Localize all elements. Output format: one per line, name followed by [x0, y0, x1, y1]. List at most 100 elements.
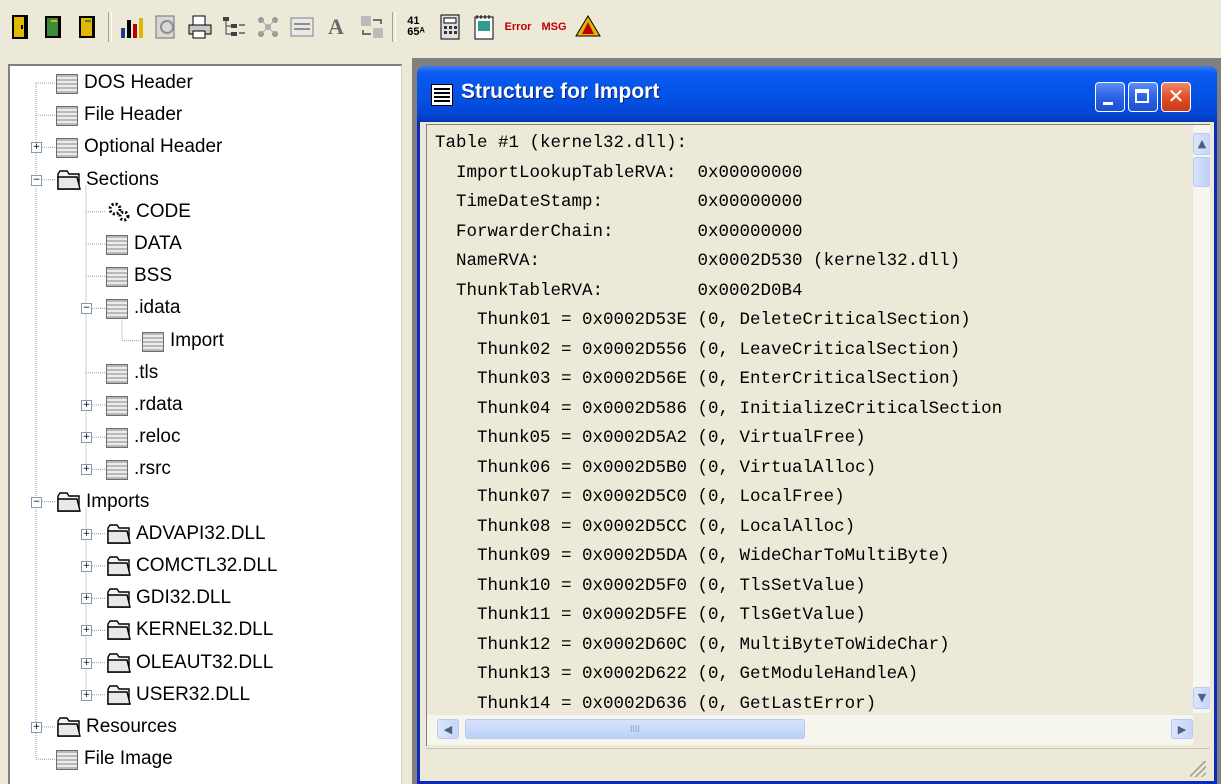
structure-text-line: Thunk06 = 0x0002D5B0 (0, VirtualAlloc) — [435, 457, 877, 478]
expand-icon[interactable]: + — [81, 561, 92, 572]
tree-item[interactable]: .rdata — [106, 389, 183, 421]
structure-text-line: Thunk01 = 0x0002D53E (0, DeleteCriticalS… — [435, 310, 971, 330]
tree-item-label: Imports — [86, 490, 150, 512]
open-book-icon[interactable] — [40, 12, 68, 42]
maximize-button[interactable] — [1128, 82, 1158, 112]
tree-item[interactable]: BSS — [106, 260, 172, 292]
tree-item[interactable]: ADVAPI32.DLL — [106, 518, 266, 550]
expand-icon[interactable]: + — [81, 657, 92, 669]
tree-item[interactable]: USER32.DLL — [106, 679, 250, 711]
tree-item-label: ADVAPI32.DLL — [136, 522, 266, 544]
expand-icon[interactable]: + — [81, 432, 92, 444]
calculator-icon[interactable] — [436, 12, 464, 42]
tree-item[interactable]: Optional Header — [56, 131, 222, 163]
folder-icon — [106, 522, 131, 546]
resize-grip-icon[interactable] — [1190, 761, 1206, 777]
tree-item[interactable]: .tls — [106, 357, 158, 389]
mdi-workspace: Structure for Import ✕ Table #1 (kernel3… — [412, 58, 1221, 784]
tree-item-label: USER32.DLL — [136, 683, 251, 705]
tree-item[interactable]: .idata — [106, 292, 180, 324]
window-title: Structure for Import — [461, 80, 660, 103]
expand-icon[interactable]: + — [31, 142, 42, 154]
toolbar-separator — [392, 12, 396, 42]
notepad-icon[interactable] — [470, 12, 498, 42]
dump-icon[interactable] — [152, 12, 180, 42]
collapse-icon[interactable]: − — [81, 303, 92, 315]
tree-item[interactable]: File Image — [56, 743, 173, 775]
tree-view-icon[interactable] — [220, 12, 248, 42]
tree-item-label: OLEAUT32.DLL — [136, 651, 274, 673]
data-block-icon — [106, 396, 128, 416]
convert-numbers-icon[interactable]: 41 65ᴬ — [402, 12, 430, 42]
structure-text-line: Thunk11 = 0x0002D5FE (0, TlsGetValue) — [435, 605, 866, 625]
tree-item-label: COMCTL32.DLL — [136, 555, 278, 576]
vertical-scrollbar[interactable]: ▲ ▼ — [1193, 125, 1210, 713]
bar-chart-icon[interactable] — [118, 12, 146, 42]
error-lookup-icon[interactable]: Error — [500, 12, 536, 42]
tree-item[interactable]: Sections — [56, 164, 159, 196]
tree-item[interactable]: CODE — [106, 196, 191, 228]
tree-item[interactable]: COMCTL32.DLL — [106, 550, 278, 582]
expand-icon[interactable]: + — [31, 722, 42, 733]
tree-item[interactable]: DOS Header — [56, 67, 193, 99]
tree-item-label: BSS — [134, 265, 173, 287]
tree-item[interactable]: .rsrc — [106, 453, 171, 485]
tree-item[interactable]: KERNEL32.DLL — [106, 614, 273, 646]
tree-item[interactable]: File Header — [56, 99, 182, 131]
tree-item[interactable]: Import — [142, 325, 224, 357]
close-button[interactable]: ✕ — [1161, 82, 1191, 112]
print-icon[interactable] — [186, 12, 214, 42]
structure-text-line: Thunk05 = 0x0002D5A2 (0, VirtualFree) — [435, 428, 866, 448]
message-lookup-icon[interactable]: MSG — [536, 12, 572, 42]
expand-icon[interactable]: + — [81, 689, 92, 701]
structure-text-line: Thunk10 = 0x0002D5F0 (0, TlsSetValue) — [435, 575, 866, 596]
minimize-button[interactable] — [1095, 82, 1125, 112]
window-client-area: Table #1 (kernel32.dll): ImportLookupTab… — [420, 122, 1214, 781]
tree-item[interactable]: DATA — [106, 228, 182, 260]
network-icon[interactable] — [254, 12, 282, 42]
expand-icon[interactable]: + — [81, 593, 92, 605]
structure-text-line: Thunk04 = 0x0002D586 (0, InitializeCriti… — [435, 398, 1003, 419]
expand-icon[interactable]: + — [81, 528, 92, 540]
pane-splitter[interactable] — [402, 58, 412, 784]
exit-door-icon[interactable] — [6, 12, 34, 42]
structure-text-view[interactable]: Table #1 (kernel32.dll): ImportLookupTab… — [426, 124, 1210, 746]
data-block-icon — [106, 428, 128, 449]
hex-view-icon[interactable] — [288, 12, 316, 42]
collapse-icon[interactable]: − — [31, 174, 42, 186]
data-block-icon — [106, 363, 128, 384]
tree-item[interactable]: OLEAUT32.DLL — [106, 647, 273, 679]
tree-item[interactable]: Imports — [56, 486, 149, 518]
structure-text: Table #1 (kernel32.dll): ImportLookupTab… — [435, 129, 1002, 719]
status-bar — [426, 748, 1210, 781]
expand-icon[interactable]: + — [81, 464, 92, 476]
tree-item[interactable]: Resources — [56, 711, 177, 743]
scroll-right-button[interactable]: ▶ — [1171, 719, 1193, 739]
scroll-up-button[interactable]: ▲ — [1193, 133, 1210, 155]
scroll-left-button[interactable]: ◀ — [437, 719, 459, 739]
horizontal-scrollbar[interactable]: ◀ IIII ▶ — [427, 715, 1193, 745]
data-block-icon — [56, 138, 78, 159]
collapse-icon[interactable]: − — [31, 496, 42, 508]
expand-icon[interactable]: + — [81, 625, 92, 637]
tree-item-label: File Image — [84, 748, 173, 770]
tree-item-label: CODE — [136, 200, 191, 222]
vertical-scroll-thumb[interactable] — [1193, 157, 1210, 187]
close-book-icon[interactable] — [74, 12, 102, 42]
help-icon[interactable] — [574, 12, 602, 42]
compare-icon[interactable] — [358, 12, 386, 42]
toolbar-separator — [108, 12, 112, 42]
data-block-icon — [56, 74, 78, 94]
font-icon[interactable]: A — [322, 12, 350, 42]
tree-item[interactable]: GDI32.DLL — [106, 582, 231, 614]
data-block-icon — [142, 331, 164, 352]
horizontal-scroll-thumb[interactable]: IIII — [465, 719, 805, 739]
data-block-icon — [56, 750, 78, 771]
folder-icon — [106, 651, 131, 675]
expand-icon[interactable]: + — [81, 400, 92, 411]
scroll-down-button[interactable]: ▼ — [1193, 687, 1210, 709]
window-titlebar[interactable]: Structure for Import ✕ — [417, 66, 1217, 122]
structure-text-line: Thunk13 = 0x0002D622 (0, GetModuleHandle… — [435, 664, 919, 684]
tree-item[interactable]: .reloc — [106, 421, 180, 453]
structure-tree[interactable]: DOS Header File Header Optional Header + Sec… — [8, 64, 402, 784]
